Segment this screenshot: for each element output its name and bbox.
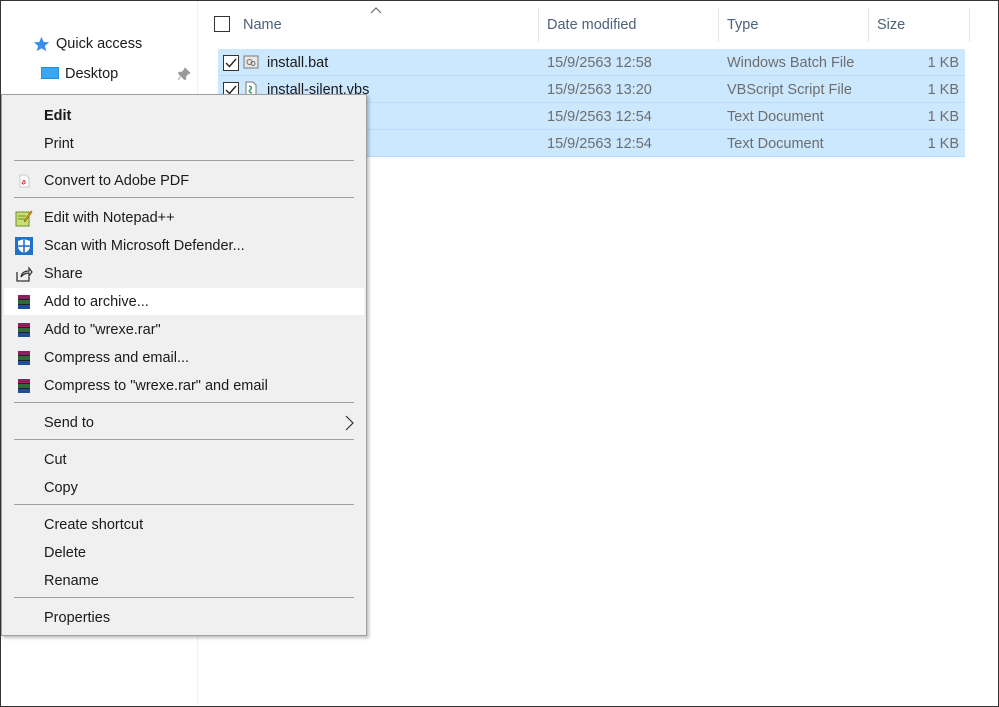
file-type: Windows Batch File (727, 55, 855, 71)
file-size: 1 KB (927, 109, 959, 125)
menu-item-label: Print (44, 135, 74, 152)
menu-item-compress-email[interactable]: Compress and email... (4, 344, 364, 371)
file-type: Text Document (727, 136, 824, 152)
nav-quick-access-label: Quick access (56, 36, 143, 52)
menu-item-label: Compress and email... (44, 349, 190, 366)
notepad-plus-plus-icon (15, 209, 33, 227)
nav-desktop-label: Desktop (65, 66, 119, 82)
menu-item-label: Share (44, 265, 83, 282)
column-type-label: Type (727, 17, 759, 33)
context-menu: Edit Print Convert to Adobe PDF Edit wit… (1, 94, 367, 636)
pdf-icon (15, 172, 33, 190)
menu-item-label: Rename (44, 572, 99, 589)
share-icon (15, 265, 33, 283)
menu-item-label: Properties (44, 609, 111, 626)
nav-desktop[interactable]: Desktop (41, 63, 118, 85)
checkmark-icon (225, 58, 237, 68)
column-date-modified[interactable]: Date modified (539, 8, 719, 42)
file-size: 1 KB (927, 136, 959, 152)
file-type: Text Document (727, 109, 824, 125)
batch-file-icon (243, 55, 259, 69)
file-type: VBScript Script File (727, 82, 852, 98)
winrar-icon (15, 349, 33, 367)
file-date: 15/9/2563 12:54 (547, 136, 652, 152)
menu-item-label: Send to (44, 414, 94, 431)
file-size: 1 KB (927, 82, 959, 98)
column-header: Name Date modified Type Size (198, 7, 970, 42)
menu-separator (14, 197, 354, 198)
menu-item-convert-pdf[interactable]: Convert to Adobe PDF (4, 167, 364, 194)
menu-item-send-to[interactable]: Send to (4, 409, 364, 436)
menu-item-cut[interactable]: Cut (4, 446, 364, 473)
menu-item-compress-rar-email[interactable]: Compress to "wrexe.rar" and email (4, 372, 364, 399)
menu-item-add-archive[interactable]: Add to archive... (4, 288, 364, 315)
column-size-label: Size (877, 17, 906, 33)
column-name[interactable]: Name (235, 8, 539, 42)
menu-item-label: Cut (44, 451, 67, 468)
menu-item-label: Edit (44, 107, 72, 124)
menu-item-edit[interactable]: Edit (4, 102, 364, 129)
menu-item-label: Create shortcut (44, 516, 144, 533)
file-date: 15/9/2563 13:20 (547, 82, 652, 98)
star-icon (33, 36, 50, 51)
menu-item-share[interactable]: Share (4, 260, 364, 287)
winrar-icon (15, 321, 33, 339)
menu-item-create-shortcut[interactable]: Create shortcut (4, 511, 364, 538)
column-size[interactable]: Size (869, 8, 970, 42)
file-name: install.bat (267, 55, 329, 71)
menu-item-label: Delete (44, 544, 86, 561)
menu-item-label: Add to archive... (44, 293, 149, 310)
column-date-label: Date modified (547, 17, 637, 33)
menu-item-label: Compress to "wrexe.rar" and email (44, 377, 268, 394)
menu-separator (14, 160, 354, 161)
menu-item-properties[interactable]: Properties (4, 604, 364, 631)
menu-separator (14, 402, 354, 403)
menu-item-copy[interactable]: Copy (4, 474, 364, 501)
menu-item-label: Scan with Microsoft Defender... (44, 237, 245, 254)
menu-separator (14, 504, 354, 505)
file-row[interactable]: install.bat 15/9/2563 12:58 Windows Batc… (218, 49, 965, 76)
file-date: 15/9/2563 12:58 (547, 55, 652, 71)
desktop-icon (41, 67, 59, 79)
row-checkbox[interactable] (223, 55, 239, 71)
menu-item-scan-defender[interactable]: Scan with Microsoft Defender... (4, 232, 364, 259)
nav-quick-access[interactable]: Quick access (33, 33, 142, 55)
menu-item-add-rar[interactable]: Add to "wrexe.rar" (4, 316, 364, 343)
file-size: 1 KB (927, 55, 959, 71)
menu-item-print[interactable]: Print (4, 130, 364, 157)
pin-icon[interactable] (177, 67, 191, 81)
menu-separator (14, 597, 354, 598)
menu-item-rename[interactable]: Rename (4, 567, 364, 594)
menu-item-label: Convert to Adobe PDF (44, 172, 190, 189)
menu-item-label: Copy (44, 479, 78, 496)
defender-shield-icon (15, 237, 33, 255)
chevron-right-icon (345, 415, 354, 431)
column-name-label: Name (243, 17, 282, 33)
winrar-icon (15, 293, 33, 311)
menu-item-edit-notepad[interactable]: Edit with Notepad++ (4, 204, 364, 231)
menu-item-label: Edit with Notepad++ (44, 209, 175, 226)
menu-separator (14, 439, 354, 440)
column-type[interactable]: Type (719, 8, 869, 42)
winrar-icon (15, 377, 33, 395)
file-date: 15/9/2563 12:54 (547, 109, 652, 125)
menu-item-delete[interactable]: Delete (4, 539, 364, 566)
menu-item-label: Add to "wrexe.rar" (44, 321, 161, 338)
select-all-checkbox[interactable] (214, 16, 230, 32)
